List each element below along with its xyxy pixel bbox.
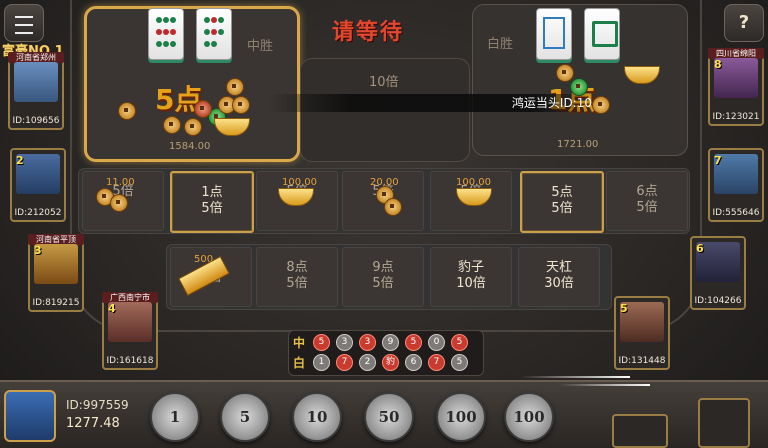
history-ball: 豹 xyxy=(382,354,399,371)
coin xyxy=(184,118,202,136)
history-ball: 5 xyxy=(405,334,422,351)
history-ball: 3 xyxy=(336,334,353,351)
bet-cell-8-point[interactable]: 8点 5倍 xyxy=(256,247,338,307)
status-text: 请等待 xyxy=(332,20,405,45)
player-seat[interactable]: 四川省绵阳 8 ID:123021 xyxy=(708,48,764,126)
bai-label: 白胜 xyxy=(487,37,514,52)
history-ball: 7 xyxy=(428,354,445,371)
bet-cell-9-point[interactable]: 9点 5倍 xyxy=(342,247,424,307)
history-ball: 3 xyxy=(359,334,376,351)
bet-cell-leopard[interactable]: 豹子 10倍 xyxy=(430,247,512,307)
history-ball: 7 xyxy=(336,354,353,371)
player-seat-partial[interactable] xyxy=(612,414,668,448)
mahjong-tile-bai-1 xyxy=(536,8,572,60)
center-multiplier: 10倍 xyxy=(369,75,399,90)
coin xyxy=(232,96,250,114)
history-ball: 5 xyxy=(451,334,468,351)
bet-chip-amount: 100.00 xyxy=(456,177,491,188)
player-seat-partial[interactable] xyxy=(698,398,750,448)
hamburger-icon xyxy=(15,16,33,34)
history-ball: 5 xyxy=(451,354,468,371)
player-seat[interactable]: 广西南宁市 4 ID:161618 xyxy=(102,292,158,370)
player-seat[interactable]: 6 ID:104266 xyxy=(690,236,746,310)
menu-button[interactable] xyxy=(4,4,44,42)
history-zhong-label: 中 xyxy=(293,336,306,350)
bet-cell-1-point[interactable]: 1点 5倍 xyxy=(170,171,254,233)
player-seat[interactable]: 河南省平顶 3 ID:819215 xyxy=(28,234,84,312)
chip-5-button[interactable]: 5 xyxy=(220,392,270,442)
self-balance: 1277.48 xyxy=(66,416,120,431)
history-ball: 2 xyxy=(359,354,376,371)
self-id: ID:997559 xyxy=(66,398,129,412)
history-ball: 6 xyxy=(405,354,422,371)
bet-cell-tiangang[interactable]: 天杠 30倍 xyxy=(518,247,600,307)
coin xyxy=(163,116,181,134)
sparkle-effect xyxy=(520,376,630,378)
chip-10-button[interactable]: 10 xyxy=(292,392,342,442)
history-ball: 9 xyxy=(382,334,399,351)
chip-100b-button[interactable]: 100 xyxy=(504,392,554,442)
announcement-banner: 鸿运当头ID:10 xyxy=(268,94,598,112)
mahjong-tile-zhong-2 xyxy=(196,8,232,60)
coin xyxy=(110,194,128,212)
self-avatar[interactable] xyxy=(4,390,56,442)
history-road: 中 白 5 3 3 9 5 0 5 1 7 2 豹 6 7 5 xyxy=(288,330,484,376)
coin xyxy=(384,198,402,216)
chip-50-button[interactable]: 50 xyxy=(364,392,414,442)
sparkle-effect xyxy=(560,384,650,386)
coin xyxy=(194,100,212,118)
coin xyxy=(592,96,610,114)
bet-cell-6-point[interactable]: 6点 5倍 xyxy=(606,171,688,231)
history-ball: 0 xyxy=(428,334,445,351)
coin xyxy=(226,78,244,96)
bet-chip-amount: 11.00 xyxy=(106,177,135,188)
history-ball: 5 xyxy=(313,334,330,351)
player-seat[interactable]: 2 ID:212052 xyxy=(10,148,66,222)
mahjong-tile-bai-2 xyxy=(584,8,620,60)
player-seat[interactable]: 7 ID:555646 xyxy=(708,148,764,222)
bet-chip-amount: 100.00 xyxy=(282,177,317,188)
history-bai-label: 白 xyxy=(293,356,306,370)
mahjong-tile-zhong-1 xyxy=(148,8,184,60)
chip-100-button[interactable]: 100 xyxy=(436,392,486,442)
history-ball: 1 xyxy=(313,354,330,371)
coin xyxy=(556,64,574,82)
avatar xyxy=(14,62,58,102)
player-seat[interactable]: 5 ID:131448 xyxy=(614,296,670,370)
chip-1-button[interactable]: 1 xyxy=(150,392,200,442)
zhong-label: 中胜 xyxy=(247,39,274,54)
coin xyxy=(570,78,588,96)
bet-cell-5-point[interactable]: 5点 5倍 xyxy=(520,171,604,233)
bai-amount: 1721.00 xyxy=(557,139,599,150)
help-button[interactable]: ? xyxy=(724,4,764,42)
zhong-amount: 1584.00 xyxy=(169,141,211,152)
player-seat[interactable]: 河南省郑州 ID:109656 xyxy=(8,52,64,130)
coin xyxy=(118,102,136,120)
